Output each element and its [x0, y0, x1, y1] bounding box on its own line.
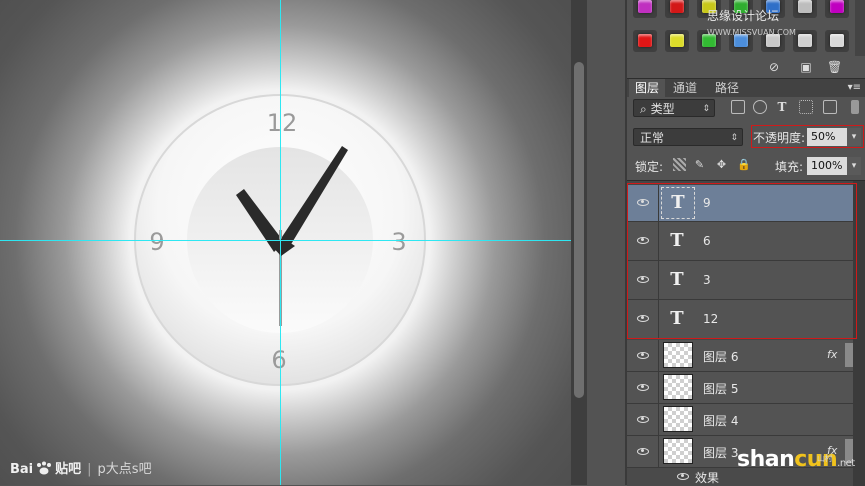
styles-panel: 思缘设计论坛 WWW.MISSVUAN.COM: [627, 0, 865, 60]
site-watermark-text: 思缘设计论坛: [707, 9, 780, 23]
layer-name: 图层 5: [703, 382, 739, 396]
clock-artwork: 12 9 3 6: [134, 94, 426, 386]
vertical-guide[interactable]: [280, 0, 281, 485]
effects-label: 效果: [695, 471, 720, 485]
lock-paint-brush-icon[interactable]: ✎: [693, 158, 706, 171]
layer-name: 图层 6: [703, 350, 739, 364]
new-style-icon[interactable]: ▣: [799, 60, 813, 74]
panel-gutter: [587, 0, 627, 485]
blend-mode-value: 正常: [640, 131, 665, 145]
layer-thumbnail: [663, 342, 693, 368]
layer-thumbnail: [663, 438, 693, 464]
layer-filter-value: 类型: [650, 102, 675, 116]
lock-all-icon[interactable]: 🔒: [737, 158, 751, 171]
style-swatch[interactable]: [633, 30, 657, 52]
horizontal-guide[interactable]: [0, 240, 571, 241]
eye-icon: [637, 352, 649, 359]
eye-icon: [637, 416, 649, 423]
eye-icon: [637, 448, 649, 455]
filter-smart-object-icon[interactable]: [823, 100, 837, 114]
eye-icon[interactable]: [677, 473, 689, 480]
eye-icon: [637, 384, 649, 391]
style-swatch[interactable]: [665, 0, 689, 18]
tab-paths[interactable]: 路径: [709, 79, 745, 97]
watermark-brand-right: 贴吧: [55, 462, 82, 477]
text-layers-highlight-frame: [627, 183, 857, 339]
style-swatch[interactable]: [633, 0, 657, 18]
filter-adjustment-icon[interactable]: [753, 100, 767, 114]
lock-move-icon[interactable]: ✥: [715, 158, 728, 171]
site-watermark-top: 思缘设计论坛 WWW.MISSVUAN.COM: [707, 7, 865, 38]
filter-shape-icon[interactable]: [799, 100, 813, 114]
clock-number-12: 12: [267, 109, 298, 137]
search-icon: ⌕: [640, 102, 647, 116]
site-logo: shancun 山村 .net: [737, 447, 855, 472]
opacity-label: 不透明度:: [753, 131, 806, 145]
fill-label: 填充:: [775, 160, 804, 174]
layer-row[interactable]: 图层 4: [627, 404, 853, 436]
expand-effects-arrow[interactable]: [845, 343, 853, 367]
style-swatch-color: [670, 0, 684, 13]
canvas-scroll-thumb[interactable]: [574, 62, 584, 398]
fill-input[interactable]: 100%: [807, 157, 847, 175]
trash-icon[interactable]: 🗑: [827, 60, 842, 74]
layer-thumbnail: [663, 406, 693, 432]
chevron-updown-icon: ⇕: [702, 104, 710, 114]
clock-number-3: 3: [391, 228, 406, 256]
clock-number-6: 6: [271, 346, 286, 374]
lock-label: 锁定:: [635, 160, 664, 174]
watermark-account: p大点s吧: [97, 462, 152, 477]
opacity-dropdown-button[interactable]: ▾: [847, 128, 861, 146]
layer-visibility-toggle[interactable]: [627, 404, 659, 435]
layer-visibility-toggle[interactable]: [627, 436, 659, 467]
filter-toggle-icon[interactable]: [851, 100, 859, 114]
lock-transparency-icon[interactable]: [673, 158, 686, 171]
layers-panel-tabs: 图层 通道 路径 ▾≡: [627, 78, 865, 97]
layer-name: 图层 4: [703, 414, 739, 428]
chevron-updown-icon: ⇕: [730, 133, 738, 143]
site-logo-suffix: .net: [837, 458, 855, 469]
panel-menu-icon[interactable]: ▾≡: [848, 79, 861, 97]
blend-mode-dropdown[interactable]: 正常 ⇕: [633, 128, 743, 146]
layer-visibility-toggle[interactable]: [627, 340, 659, 371]
clear-style-icon[interactable]: ⊘: [767, 60, 781, 74]
site-logo-part1: shan: [737, 447, 795, 472]
paw-icon: [37, 461, 52, 475]
filter-type-icon[interactable]: T: [775, 100, 789, 114]
baidu-tieba-watermark: Bai 贴吧 | p大点s吧: [10, 458, 152, 477]
opacity-input[interactable]: 50%: [807, 128, 847, 146]
site-watermark-url: WWW.MISSVUAN.COM: [707, 28, 796, 37]
site-logo-cn: 山村: [817, 454, 833, 463]
layer-visibility-toggle[interactable]: [627, 372, 659, 403]
fx-icon[interactable]: fx: [827, 348, 837, 361]
filter-pixel-icon[interactable]: [731, 100, 745, 114]
style-swatch-color: [638, 0, 652, 13]
watermark-separator: |: [87, 462, 92, 477]
style-swatch[interactable]: [665, 30, 689, 52]
styles-toolbar: ⊘ ▣ 🗑: [627, 58, 865, 76]
right-panel: 思缘设计论坛 WWW.MISSVUAN.COM ⊘ ▣ 🗑 图层 通道 路径 ▾…: [627, 0, 865, 486]
document-canvas[interactable]: 12 9 3 6 Bai 贴吧 | p大点s吧: [0, 0, 571, 485]
layer-name: 图层 3: [703, 446, 739, 460]
tab-layers[interactable]: 图层: [629, 79, 666, 97]
watermark-brand-left: Bai: [10, 462, 34, 477]
canvas-vertical-scrollbar[interactable]: [571, 0, 587, 485]
clock-number-9: 9: [149, 228, 164, 256]
tab-channels[interactable]: 通道: [667, 79, 703, 97]
style-swatch-color: [638, 34, 652, 47]
layer-filter-dropdown[interactable]: ⌕ 类型 ⇕: [633, 99, 715, 117]
layer-thumbnail: [663, 374, 693, 400]
style-swatch-color: [670, 34, 684, 47]
fill-dropdown-button[interactable]: ▾: [847, 157, 861, 175]
layer-row[interactable]: 图层 5: [627, 372, 853, 404]
layer-row[interactable]: 图层 6 fx: [627, 340, 853, 372]
